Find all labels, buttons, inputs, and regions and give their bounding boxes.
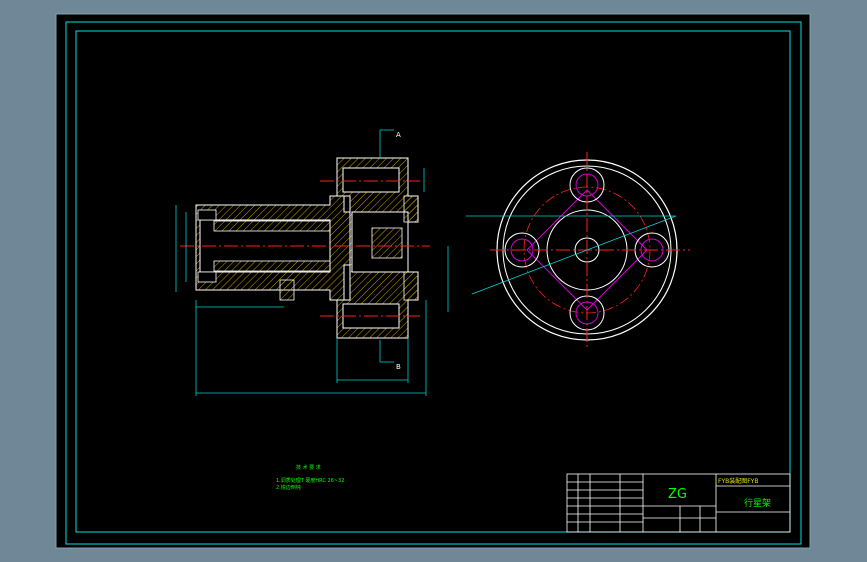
drawing-sheet: [55, 13, 811, 549]
notes-title: 技 术 要 求: [296, 464, 321, 471]
bore-hatch-bottom: [213, 260, 331, 272]
bore-hatch-top: [213, 220, 331, 232]
planet-pin-top: [342, 167, 400, 193]
keyway-top: [197, 209, 217, 221]
header-code: FYB装配图FYB: [718, 477, 758, 485]
section-label-b: B: [396, 363, 401, 371]
notes-line-1: 1.调质处理T 硬度HRC 26~32: [276, 477, 344, 484]
chamfer-ring: [403, 195, 419, 223]
part-name: 行星架: [744, 497, 771, 509]
shaft-step: [279, 279, 295, 301]
notes-line-2: 2.锐边倒钝: [276, 484, 301, 491]
cad-drawing: A B 技 术 要 求 1.调质处理T 硬度HRC 26~32 2.锐边倒钝 Z…: [55, 13, 811, 549]
material-label: ZG: [668, 487, 687, 502]
keyway-bottom: [197, 271, 217, 283]
center-bore: [371, 227, 403, 259]
chamfer-ring-2: [403, 271, 419, 301]
section-label-a: A: [396, 131, 401, 139]
